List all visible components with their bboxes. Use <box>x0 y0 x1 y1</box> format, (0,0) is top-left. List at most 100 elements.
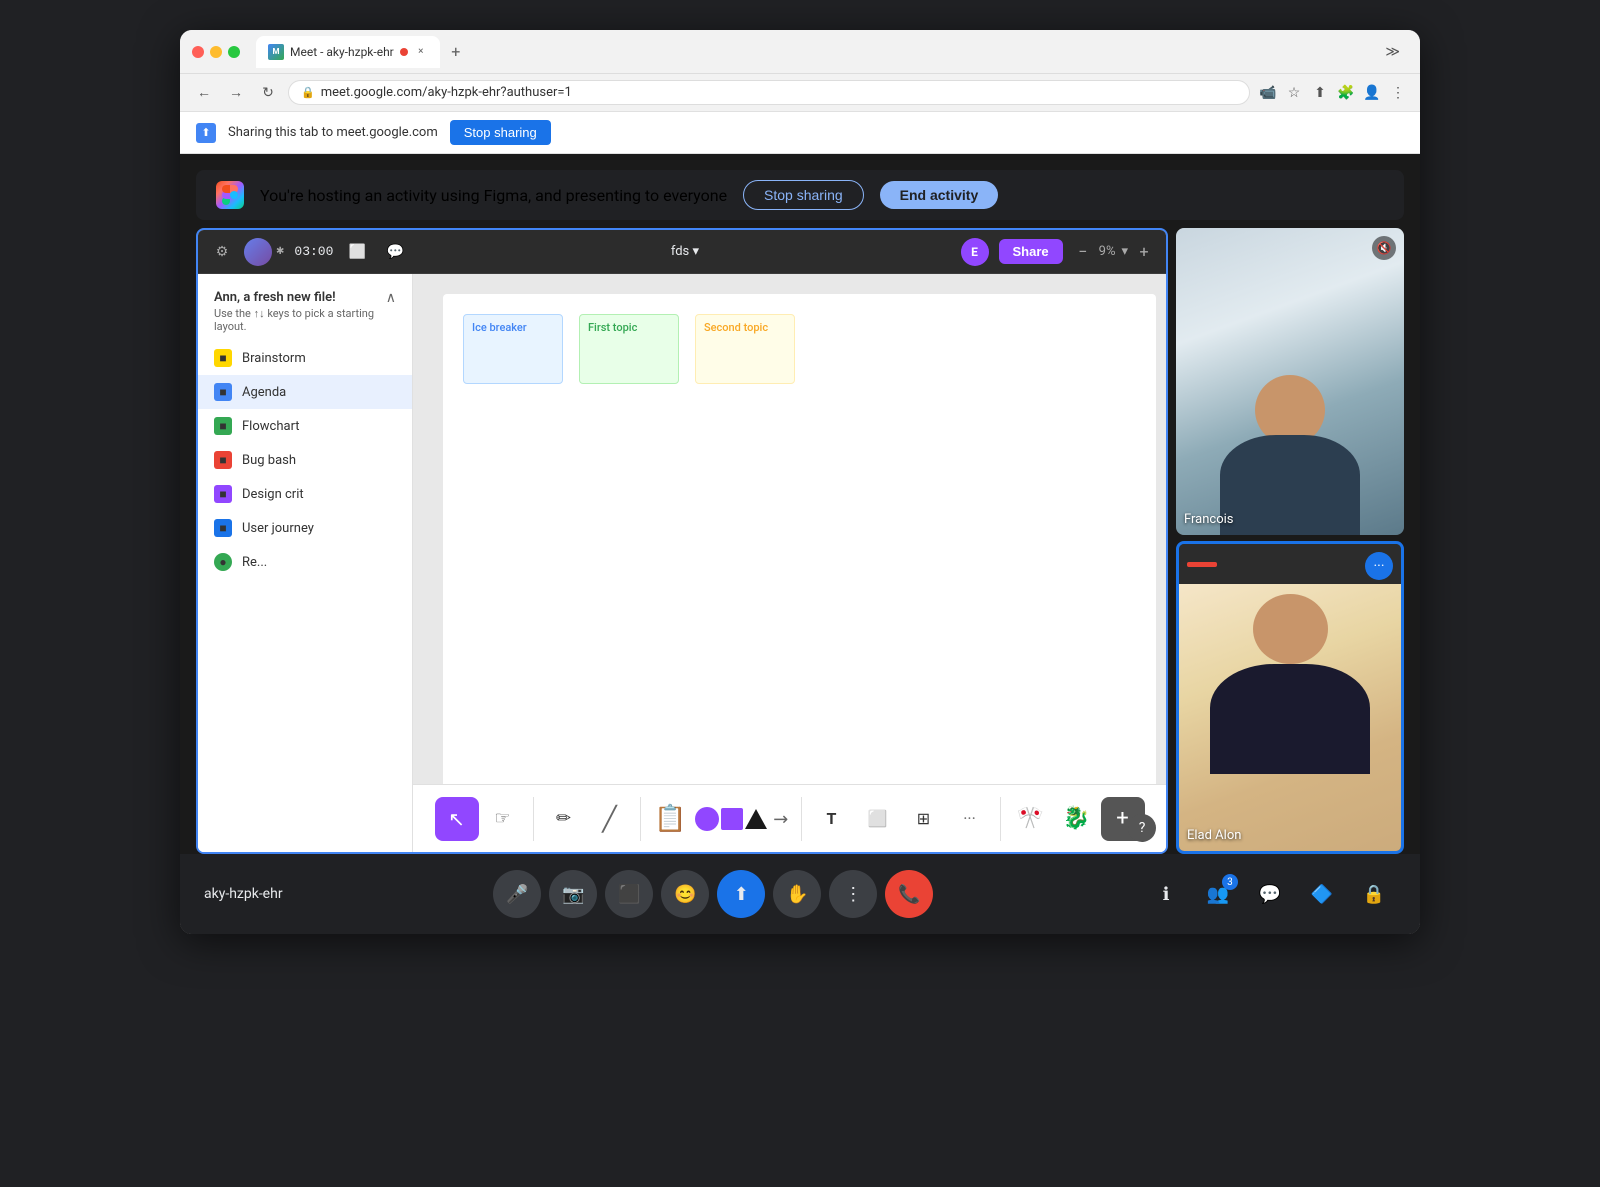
minimize-traffic-light[interactable] <box>210 46 222 58</box>
close-traffic-light[interactable] <box>192 46 204 58</box>
chat-button[interactable]: 💬 <box>1248 872 1292 916</box>
sticky-note-ice-breaker: Ice breaker <box>463 314 563 384</box>
people-button[interactable]: 👥 3 <box>1196 872 1240 916</box>
end-activity-button[interactable]: End activity <box>880 181 999 209</box>
emoji-button[interactable]: 😊 <box>661 870 709 918</box>
elad-head <box>1253 594 1328 664</box>
marker-tool[interactable]: ╱ <box>588 797 632 841</box>
sticky-note-label: First topic <box>588 321 637 334</box>
sidebar-item-brainstorm[interactable]: ■ Brainstorm <box>198 341 412 375</box>
raise-hand-button[interactable]: ✋ <box>773 870 821 918</box>
sidebar-item-bugbash[interactable]: ■ Bug bash <box>198 443 412 477</box>
sidebar-item-designcrit[interactable]: ■ Design crit <box>198 477 412 511</box>
share-icon[interactable]: ⬆ <box>1310 83 1330 103</box>
francois-name-label: Francois <box>1184 512 1234 527</box>
pencil-tool[interactable]: ✏ <box>542 797 586 841</box>
tab-recording-indicator <box>400 48 408 56</box>
text-tool[interactable]: T <box>810 797 854 841</box>
tab-bar: M Meet - aky-hzpk-ehr × + <box>256 36 1369 68</box>
controls-right: ℹ 👥 3 💬 🔷 🔒 <box>1144 872 1396 916</box>
figma-comment-tool[interactable]: 💬 <box>381 238 409 266</box>
recording-icon: ● <box>214 553 232 571</box>
sticky-note-first-topic: First topic <box>579 314 679 384</box>
sidebar-label-agenda: Agenda <box>242 385 286 400</box>
present-button[interactable]: ⬆ <box>717 870 765 918</box>
extensions-icon[interactable]: 🧩 <box>1336 83 1356 103</box>
circle-shape-tool[interactable] <box>695 807 719 831</box>
browser-window: M Meet - aky-hzpk-ehr × + ≫ ← → ↻ 🔒 meet… <box>180 30 1420 934</box>
figma-menu-button[interactable]: ⚙ <box>210 240 234 264</box>
tab-favicon: M <box>268 44 284 60</box>
end-call-button[interactable]: 📞 <box>885 870 933 918</box>
zoom-in-button[interactable]: + <box>1134 242 1154 262</box>
elad-video-bg <box>1179 584 1401 854</box>
camera-button[interactable]: 📷 <box>549 870 597 918</box>
window-controls[interactable]: ≫ <box>1377 44 1408 60</box>
frame-tool[interactable]: ⬜ <box>856 797 900 841</box>
microphone-button[interactable]: 🎤 <box>493 870 541 918</box>
sidebar-item-agenda[interactable]: ■ Agenda <box>198 375 412 409</box>
sidebar-hint: Use the ↑↓ keys to pick a starting layou… <box>214 307 386 333</box>
tab-close-button[interactable]: × <box>414 45 428 59</box>
canvas-inner: Ice breaker First topic Second topic <box>443 294 1156 842</box>
profile-icon[interactable]: 👤 <box>1362 83 1382 103</box>
stop-sharing-meet-button[interactable]: Stop sharing <box>743 180 864 210</box>
help-button[interactable]: ? <box>1128 814 1156 842</box>
sidebar-item-flowchart[interactable]: ■ Flowchart <box>198 409 412 443</box>
back-button[interactable]: ← <box>192 81 216 105</box>
activity-bar: You're hosting an activity using Figma, … <box>196 170 1404 220</box>
maximize-traffic-light[interactable] <box>228 46 240 58</box>
address-bar[interactable]: 🔒 meet.google.com/aky-hzpk-ehr?authuser=… <box>288 80 1250 105</box>
elad-more-button[interactable]: ··· <box>1365 552 1393 580</box>
sidebar-item-recording[interactable]: ● Re... <box>198 545 412 579</box>
new-tab-button[interactable]: + <box>444 40 468 64</box>
figma-view-toggle[interactable]: ⬜ <box>343 238 371 266</box>
sidebar-close-button[interactable]: ∧ <box>386 290 396 306</box>
zoom-out-button[interactable]: − <box>1073 242 1093 262</box>
more-options-button[interactable]: ⋮ <box>829 870 877 918</box>
hand-tool[interactable]: ☞ <box>481 797 525 841</box>
sticker-tool-2[interactable]: 🐉 <box>1055 797 1099 841</box>
forward-button[interactable]: → <box>224 81 248 105</box>
elad-figure <box>1179 594 1401 774</box>
rect-shape-tool[interactable] <box>721 808 743 830</box>
francois-video-bg <box>1176 228 1404 535</box>
sticker-tool-1[interactable]: 🎌 <box>1009 797 1053 841</box>
table-tool[interactable]: ⊞ <box>902 797 946 841</box>
refresh-button[interactable]: ↻ <box>256 81 280 105</box>
sidebar-item-userjourney[interactable]: ■ User journey <box>198 511 412 545</box>
figma-cursor-indicator: ✱ <box>276 246 284 257</box>
lock-icon: 🔒 <box>301 86 315 99</box>
text-tools-group: T ⬜ ⊞ ··· <box>802 797 1001 841</box>
agenda-icon: ■ <box>214 383 232 401</box>
traffic-lights <box>192 46 240 58</box>
figma-timer: 03:00 <box>294 244 333 259</box>
info-button[interactable]: ℹ <box>1144 872 1188 916</box>
safety-button[interactable]: 🔒 <box>1352 872 1396 916</box>
figma-bottom-toolbar: ↖ ☞ ✏ ╱ 📋 <box>413 784 1166 852</box>
select-tools-group: ↖ ☞ <box>427 797 534 841</box>
cast-icon[interactable]: 📹 <box>1258 83 1278 103</box>
flowchart-icon: ■ <box>214 417 232 435</box>
sidebar-label-bugbash: Bug bash <box>242 453 296 468</box>
activity-message: You're hosting an activity using Figma, … <box>260 186 727 205</box>
sticky-tools-group: 📋 ↗ <box>641 797 802 841</box>
active-tab[interactable]: M Meet - aky-hzpk-ehr × <box>256 36 440 68</box>
sticky-note-tool[interactable]: 📋 <box>649 797 693 841</box>
sidebar-header-text: Ann, a fresh new file! Use the ↑↓ keys t… <box>214 290 386 333</box>
activities-button[interactable]: 🔷 <box>1300 872 1344 916</box>
more-tools[interactable]: ··· <box>948 797 992 841</box>
figma-sidebar: Ann, a fresh new file! Use the ↑↓ keys t… <box>198 274 413 852</box>
zoom-level: 9% <box>1099 244 1116 259</box>
browser-stop-sharing-button[interactable]: Stop sharing <box>450 120 551 145</box>
arrow-tool[interactable]: ↗ <box>764 802 798 836</box>
captions-button[interactable]: ⬛ <box>605 870 653 918</box>
figma-share-button[interactable]: Share <box>999 239 1063 264</box>
figma-canvas[interactable]: Grid: 1px Ice breaker First topic <box>413 274 1166 852</box>
bookmark-icon[interactable]: ☆ <box>1284 83 1304 103</box>
select-tool[interactable]: ↖ <box>435 797 479 841</box>
url-text: meet.google.com/aky-hzpk-ehr?authuser=1 <box>321 85 1237 100</box>
sticky-notes-row: Ice breaker First topic Second topic <box>443 294 1156 384</box>
francois-figure <box>1220 375 1360 535</box>
more-options-icon[interactable]: ⋮ <box>1388 83 1408 103</box>
